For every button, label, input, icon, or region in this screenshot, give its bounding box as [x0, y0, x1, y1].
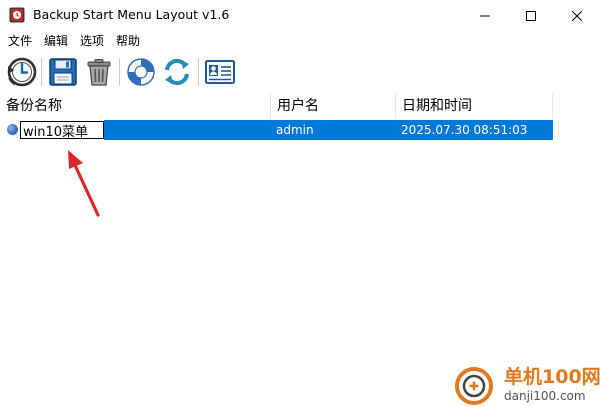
rename-field[interactable]: [20, 121, 104, 139]
save-button[interactable]: [45, 54, 81, 90]
delete-button[interactable]: [81, 54, 117, 90]
close-button[interactable]: [554, 0, 600, 31]
column-header-username[interactable]: 用户名: [271, 94, 396, 119]
trash-icon: [87, 59, 111, 86]
list-item[interactable]: admin 2025.07.30 08:51:03: [0, 120, 553, 140]
minimize-icon: [480, 15, 490, 16]
toolbar: [0, 51, 600, 93]
toolbar-separator: [119, 58, 120, 86]
menu-help[interactable]: 帮助: [110, 31, 146, 51]
restore-button[interactable]: [3, 54, 39, 90]
menu-file[interactable]: 文件: [0, 31, 38, 51]
watermark-logo-icon: [455, 367, 493, 405]
title-bar[interactable]: Backup Start Menu Layout v1.6: [0, 0, 600, 31]
cell-datetime: 2025.07.30 08:51:03: [401, 123, 528, 137]
about-button[interactable]: [202, 54, 238, 90]
app-logo-icon: [9, 7, 25, 23]
menu-edit[interactable]: 编辑: [38, 31, 74, 51]
window-title: Backup Start Menu Layout v1.6: [33, 7, 230, 22]
refresh-icon: [165, 58, 189, 86]
maximize-button[interactable]: [508, 0, 554, 31]
toolbar-separator: [41, 58, 42, 86]
backup-item-icon: [7, 124, 18, 135]
watermark: 单机100网 danji100.com: [452, 362, 600, 407]
menu-options[interactable]: 选项: [74, 31, 110, 51]
lifebuoy-icon: [127, 58, 155, 86]
column-header-backup-name[interactable]: 备份名称: [0, 94, 271, 119]
watermark-text: 单机100网: [504, 366, 600, 388]
help-button[interactable]: [123, 54, 159, 90]
list-header: 备份名称 用户名 日期和时间: [0, 94, 600, 119]
column-header-datetime[interactable]: 日期和时间: [396, 94, 553, 119]
cell-username: admin: [276, 123, 314, 137]
close-icon: [572, 10, 582, 21]
backup-list[interactable]: 备份名称 用户名 日期和时间 admin 2025.07.30 08:51:03: [0, 94, 600, 407]
menu-bar: 文件 编辑 选项 帮助: [0, 31, 600, 51]
contact-card-icon: [205, 60, 235, 84]
refresh-button[interactable]: [159, 54, 195, 90]
watermark-url: danji100.com: [504, 389, 586, 403]
floppy-save-icon: [49, 58, 77, 86]
app-window: Backup Start Menu Layout v1.6 文件 编辑 选项 帮…: [0, 0, 600, 407]
clock-restore-icon: [7, 57, 37, 87]
maximize-icon: [526, 10, 536, 21]
toolbar-separator: [198, 58, 199, 86]
minimize-button[interactable]: [462, 0, 508, 31]
annotation-arrow-icon: [68, 150, 100, 217]
